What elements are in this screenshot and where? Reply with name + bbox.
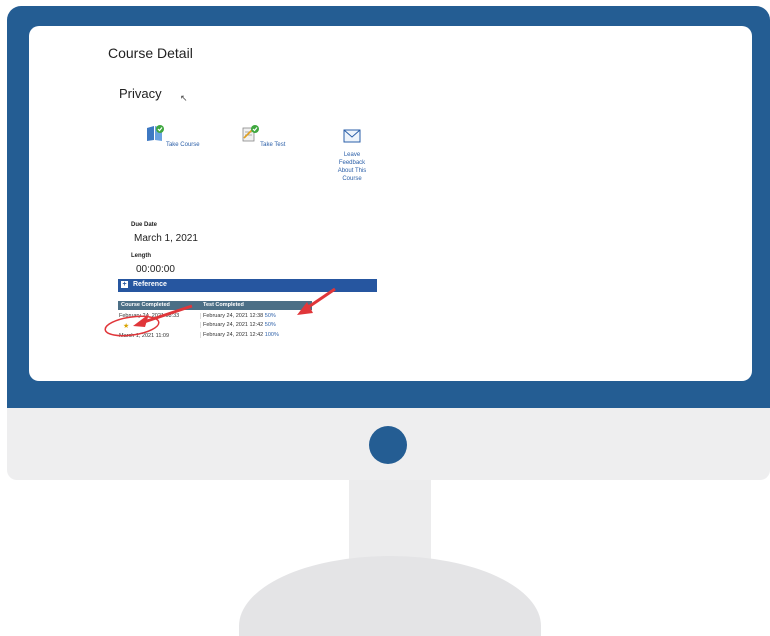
monitor-power-button bbox=[369, 426, 407, 464]
annotation-circle bbox=[104, 315, 160, 337]
annotation-overlay bbox=[104, 287, 336, 337]
monitor-screen: Course Detail Privacy ↖ Take Course Take… bbox=[29, 26, 752, 381]
monitor-stand-base bbox=[239, 556, 541, 636]
